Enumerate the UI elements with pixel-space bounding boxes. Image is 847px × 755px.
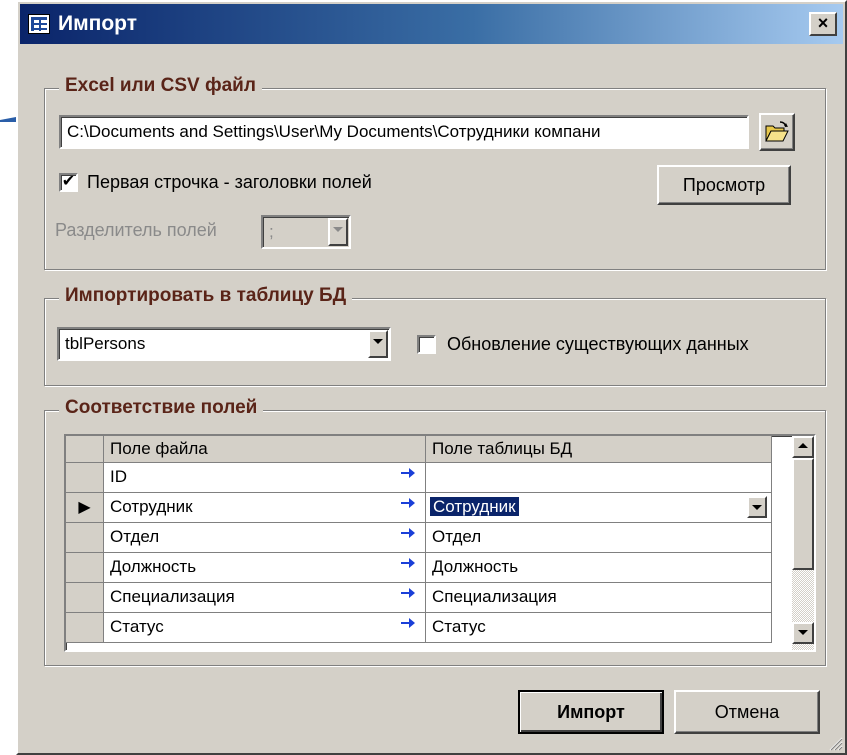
row-header[interactable] [66,613,104,643]
file-group: Excel или CSV файл C:\Documents and Sett… [44,75,826,270]
title-bar[interactable]: Импорт × [20,4,843,44]
file-path-value: C:\Documents and Settings\User\My Docume… [67,122,601,141]
checkmark-icon: ✔ [61,173,76,190]
separator-label: Разделитель полей [55,220,217,240]
cancel-button[interactable]: Отмена [674,690,820,734]
file-field-cell[interactable]: Сотрудник [104,493,426,523]
column-header-file-field[interactable]: Поле файла [104,436,426,463]
file-field-value: Специализация [110,587,235,606]
target-table-select[interactable]: tblPersons [57,327,391,361]
field-mapping-grid[interactable]: Поле файла Поле таблицы БД ID ▶ Сотрудни… [64,434,816,652]
window-title: Импорт [58,12,137,35]
import-button[interactable]: Импорт [518,690,664,734]
separator-value: ; [269,222,274,241]
update-existing-label: Обновление существующих данных [447,334,749,354]
file-field-value: ID [110,467,127,486]
file-field-cell[interactable]: Специализация [104,583,426,613]
arrow-right-icon [401,558,415,568]
first-row-headers-checkbox[interactable]: ✔ [59,173,78,192]
db-field-cell[interactable]: Отдел [426,523,772,553]
file-field-cell[interactable]: ID [104,463,426,493]
arrow-right-icon [401,618,415,628]
db-field-cell[interactable] [426,463,772,493]
target-table-value: tblPersons [65,334,146,353]
db-field-select[interactable]: Сотрудник [426,493,772,523]
file-field-cell[interactable]: Должность [104,553,426,583]
db-field-dropdown-arrow-icon[interactable] [747,496,767,518]
scroll-down-arrow-icon[interactable] [792,622,814,644]
db-field-cell[interactable]: Специализация [426,583,772,613]
target-table-group: Импортировать в таблицу БД tblPersons Об… [44,285,826,386]
column-header-db-field[interactable]: Поле таблицы БД [426,436,772,463]
preview-button[interactable]: Просмотр [657,165,791,205]
arrow-right-icon [401,588,415,598]
row-header[interactable] [66,583,104,613]
db-field-cell[interactable]: Статус [426,613,772,643]
resize-grip-icon[interactable] [827,735,843,751]
scroll-up-arrow-icon[interactable] [792,436,814,458]
grid-corner [66,436,104,463]
separator-dropdown-arrow-icon [328,218,348,246]
first-row-headers-label: Первая строчка - заголовки полей [87,172,372,192]
row-header-current[interactable]: ▶ [66,493,104,523]
browse-button[interactable] [759,113,795,151]
update-existing-checkbox[interactable] [417,335,436,354]
arrow-right-icon [401,528,415,538]
db-field-cell[interactable]: Должность [426,553,772,583]
file-field-cell[interactable]: Отдел [104,523,426,553]
db-field-selected-value: Сотрудник [430,497,519,516]
separator-select: ; [261,215,351,249]
open-folder-icon [765,121,789,142]
file-field-cell[interactable]: Статус [104,613,426,643]
target-table-dropdown-arrow-icon[interactable] [368,330,388,358]
target-table-group-title: Импортировать в таблицу БД [59,285,353,307]
file-path-input[interactable]: C:\Documents and Settings\User\My Docume… [59,115,749,149]
close-button[interactable]: × [809,12,837,36]
row-header[interactable] [66,463,104,493]
arrow-right-icon [401,468,415,478]
file-field-value: Сотрудник [110,497,193,516]
scroll-thumb[interactable] [792,458,814,570]
field-mapping-group-title: Соответствие полей [59,397,264,419]
row-header[interactable] [66,553,104,583]
table-icon [28,14,50,34]
file-field-value: Должность [110,557,197,576]
file-field-value: Статус [110,617,164,636]
arrow-right-icon [401,498,415,508]
current-row-marker-icon: ▶ [78,499,91,516]
import-dialog: Импорт × Excel или CSV файл C:\Documents… [16,0,847,755]
file-field-value: Отдел [110,527,160,546]
row-header[interactable] [66,523,104,553]
file-group-title: Excel или CSV файл [59,75,262,97]
grid-vertical-scrollbar[interactable] [792,436,814,650]
